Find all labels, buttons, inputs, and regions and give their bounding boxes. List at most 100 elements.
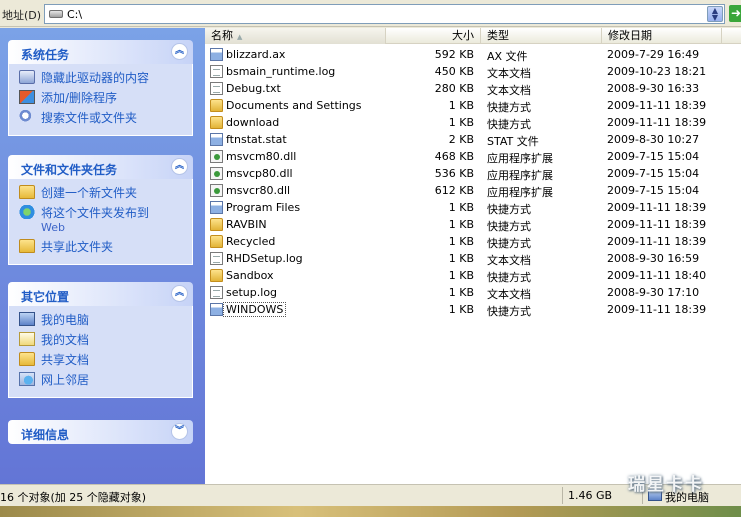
task-share-folder[interactable]: 共享此文件夹 xyxy=(19,238,192,258)
system-file-icon xyxy=(210,201,223,214)
file-list: 名称 ▲ 大小 类型 修改日期 blizzard.ax 592 KB AX 文件 20… xyxy=(205,28,741,484)
file-name: WINDOWS xyxy=(223,302,287,317)
system-file-icon xyxy=(210,48,223,61)
file-type: STAT 文件 xyxy=(487,135,539,148)
file-name: ftnstat.stat xyxy=(226,133,287,146)
file-row[interactable]: download 1 KB 快捷方式 2009-11-11 18:39 xyxy=(205,114,741,131)
file-date: 2009-11-11 18:39 xyxy=(607,201,707,214)
file-name: RHDSetup.log xyxy=(226,252,303,265)
place-shared-documents[interactable]: 共享文档 xyxy=(19,351,192,371)
desktop-strip xyxy=(0,506,741,517)
file-date: 2009-7-15 15:04 xyxy=(607,167,700,180)
file-size: 1 KB xyxy=(448,235,474,248)
file-row[interactable]: msvcr80.dll 612 KB 应用程序扩展 2009-7-15 15:04 xyxy=(205,182,741,199)
watermark-logo: 瑞星卡卡 xyxy=(628,475,704,495)
column-label: 类型 xyxy=(487,29,509,42)
text-file-icon xyxy=(210,65,223,78)
folder-icon xyxy=(210,269,223,282)
expand-icon[interactable]: ︾ xyxy=(171,423,188,440)
task-label-main: 将这个文件夹发布到 xyxy=(41,206,150,220)
file-name: bsmain_runtime.log xyxy=(226,65,336,78)
new-folder-icon xyxy=(19,185,35,199)
panel-file-folder-tasks: 文件和文件夹任务 ︽ 创建一个新文件夹 将这个文件夹发布到 Web 共享此文件夹 xyxy=(8,155,193,265)
file-date: 2008-9-30 16:59 xyxy=(607,252,700,265)
panel-header[interactable]: 详细信息 ︾ xyxy=(8,420,193,444)
file-row[interactable]: RAVBIN 1 KB 快捷方式 2009-11-11 18:39 xyxy=(205,216,741,233)
file-row[interactable]: Sandbox 1 KB 快捷方式 2009-11-11 18:40 xyxy=(205,267,741,284)
file-size: 1 KB xyxy=(448,269,474,282)
task-add-remove-programs[interactable]: 添加/删除程序 xyxy=(19,89,192,109)
drive-icon xyxy=(19,70,35,84)
file-type: 应用程序扩展 xyxy=(487,169,553,182)
file-name: Debug.txt xyxy=(226,82,281,95)
file-row[interactable]: Documents and Settings 1 KB 快捷方式 2009-11-11… xyxy=(205,97,741,114)
text-file-icon xyxy=(210,286,223,299)
panel-details: 详细信息 ︾ xyxy=(8,420,193,444)
file-row[interactable]: blizzard.ax 592 KB AX 文件 2009-7-29 16:49 xyxy=(205,46,741,63)
selected-file-name: WINDOWS xyxy=(223,302,287,317)
panel-body: 我的电脑 我的文档 共享文档 网上邻居 xyxy=(8,306,193,398)
file-type: 文本文档 xyxy=(487,67,531,80)
file-type: 文本文档 xyxy=(487,288,531,301)
panel-system-tasks: 系统任务 ︽ 隐藏此驱动器的内容 添加/删除程序 搜索文件或文件夹 xyxy=(8,40,193,136)
file-row[interactable]: Debug.txt 280 KB 文本文档 2008-9-30 16:33 xyxy=(205,80,741,97)
place-my-documents[interactable]: 我的文档 xyxy=(19,331,192,351)
file-size: 1 KB xyxy=(448,252,474,265)
file-type: 应用程序扩展 xyxy=(487,152,553,165)
panel-header[interactable]: 其它位置 ︽ xyxy=(8,282,193,306)
collapse-icon[interactable]: ︽ xyxy=(171,43,188,60)
task-hide-drive-contents[interactable]: 隐藏此驱动器的内容 xyxy=(19,69,192,89)
file-row[interactable]: Program Files 1 KB 快捷方式 2009-11-11 18:39 xyxy=(205,199,741,216)
task-search[interactable]: 搜索文件或文件夹 xyxy=(19,109,192,129)
task-pane: 系统任务 ︽ 隐藏此驱动器的内容 添加/删除程序 搜索文件或文件夹 文件和文件夹… xyxy=(0,28,205,484)
file-date: 2009-11-11 18:39 xyxy=(607,116,707,129)
collapse-icon[interactable]: ︽ xyxy=(171,158,188,175)
panel-header[interactable]: 系统任务 ︽ xyxy=(8,40,193,64)
go-arrow-icon[interactable]: ➜ xyxy=(729,5,741,22)
column-header-size[interactable]: 大小 xyxy=(386,28,481,44)
drive-icon xyxy=(49,10,63,18)
task-publish-web[interactable]: 将这个文件夹发布到 Web xyxy=(19,204,192,238)
task-label: 搜索文件或文件夹 xyxy=(41,111,138,125)
file-date: 2009-7-15 15:04 xyxy=(607,150,700,163)
file-row[interactable]: msvcp80.dll 536 KB 应用程序扩展 2009-7-15 15:04 xyxy=(205,165,741,182)
column-header-date[interactable]: 修改日期 xyxy=(602,28,722,44)
panel-title: 详细信息 xyxy=(21,428,70,442)
shared-documents-icon xyxy=(19,352,35,366)
collapse-icon[interactable]: ︽ xyxy=(171,285,188,302)
file-row[interactable]: ftnstat.stat 2 KB STAT 文件 2009-8-30 10:27 xyxy=(205,131,741,148)
file-row[interactable]: bsmain_runtime.log 450 KB 文本文档 2009-10-23 1… xyxy=(205,63,741,80)
file-type: AX 文件 xyxy=(487,50,528,63)
address-input[interactable]: C:\ ▲ ▼ xyxy=(44,4,725,24)
file-row[interactable]: setup.log 1 KB 文本文档 2008-9-30 17:10 xyxy=(205,284,741,301)
file-name: Recycled xyxy=(226,235,276,248)
address-path: C:\ xyxy=(67,8,83,21)
file-type: 快捷方式 xyxy=(487,220,531,233)
file-type: 文本文档 xyxy=(487,254,531,267)
file-row[interactable]: Recycled 1 KB 快捷方式 2009-11-11 18:39 xyxy=(205,233,741,250)
file-name: setup.log xyxy=(226,286,278,299)
place-label: 网上邻居 xyxy=(41,373,90,387)
column-header-name[interactable]: 名称 ▲ xyxy=(205,28,386,44)
file-row[interactable]: WINDOWS 1 KB 快捷方式 2009-11-11 18:39 xyxy=(205,301,741,318)
column-header-type[interactable]: 类型 xyxy=(481,28,602,44)
panel-header[interactable]: 文件和文件夹任务 ︽ xyxy=(8,155,193,179)
column-header-bar: 名称 ▲ 大小 类型 修改日期 xyxy=(205,28,741,44)
down-arrow-icon[interactable]: ▲ ▼ xyxy=(707,6,723,22)
file-size: 536 KB xyxy=(434,167,474,180)
file-size: 1 KB xyxy=(448,303,474,316)
file-date: 2009-7-15 15:04 xyxy=(607,184,700,197)
place-my-computer[interactable]: 我的电脑 xyxy=(19,311,192,331)
file-size: 1 KB xyxy=(448,99,474,112)
file-row[interactable]: RHDSetup.log 1 KB 文本文档 2008-9-30 16:59 xyxy=(205,250,741,267)
system-file-icon xyxy=(210,303,223,316)
file-type: 快捷方式 xyxy=(487,118,531,131)
place-network[interactable]: 网上邻居 xyxy=(19,371,192,391)
panel-other-places: 其它位置 ︽ 我的电脑 我的文档 共享文档 网上邻居 xyxy=(8,282,193,398)
file-type: 文本文档 xyxy=(487,84,531,97)
my-computer-icon xyxy=(19,312,35,326)
panel-title: 其它位置 xyxy=(21,290,70,304)
dll-file-icon xyxy=(210,150,223,163)
task-new-folder[interactable]: 创建一个新文件夹 xyxy=(19,184,192,204)
file-row[interactable]: msvcm80.dll 468 KB 应用程序扩展 2009-7-15 15:04 xyxy=(205,148,741,165)
